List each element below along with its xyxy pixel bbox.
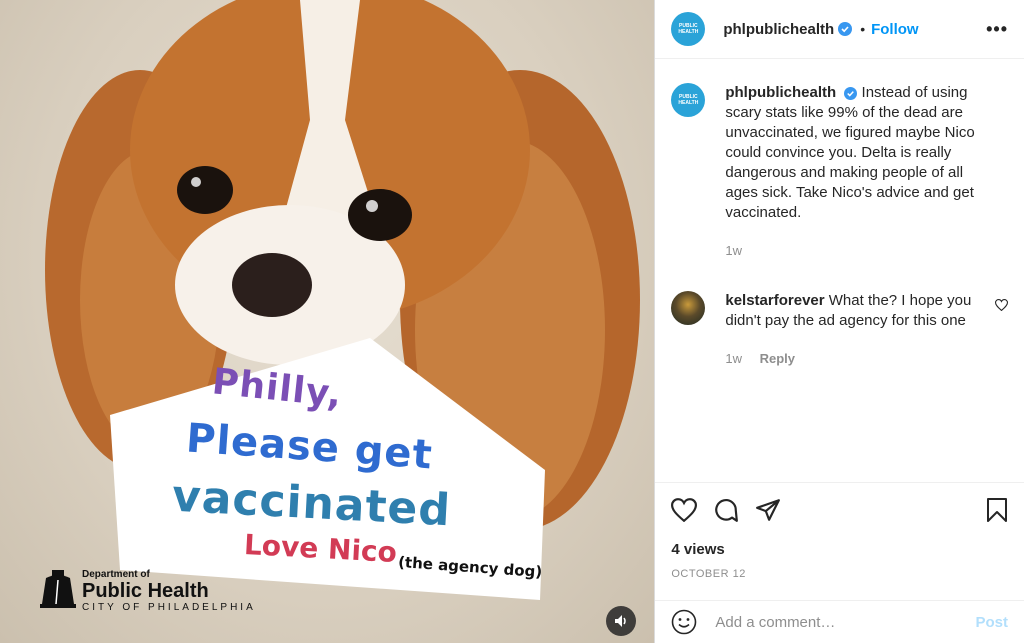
avatar-text: PUBLIC HEALTH [678,23,699,35]
post-header: PUBLIC HEALTH phlpublichealth • Follow •… [655,0,1024,59]
caption-avatar-text: PUBLIC HEALTH [678,94,699,106]
comment-icon[interactable] [713,497,739,523]
caption-time[interactable]: 1w [725,241,991,261]
commenter-avatar[interactable] [671,291,706,325]
header-username[interactable]: phlpublichealth [723,21,834,38]
caption-body: phlpublichealth Instead of using scary s… [725,83,991,261]
liberty-bell-icon [40,570,76,608]
comment-meta: 1w Reply [725,349,975,369]
comment-like-heart-icon[interactable] [995,299,1008,311]
public-health-logo: Department of Public Health CITY OF PHIL… [38,568,256,614]
post-sidebar: PUBLIC HEALTH phlpublichealth • Follow •… [654,0,1024,643]
sound-toggle-button[interactable] [606,606,636,636]
emoji-icon[interactable] [671,609,697,635]
share-icon[interactable] [755,498,781,522]
view-count[interactable]: 4 views [671,541,1008,558]
caption-text: Instead of using scary stats like 99% of… [725,84,975,221]
post-media[interactable]: Philly, Please get vaccinated Love Nico … [0,0,655,643]
comment-body: kelstarforever What the? I hope you didn… [725,291,975,369]
caption-username[interactable]: phlpublichealth [725,84,836,101]
caption-entry: PUBLIC HEALTH phlpublichealth Instead of… [671,83,1008,261]
logo-department-text: Department of [82,569,150,580]
more-options-icon[interactable]: ••• [986,19,1008,40]
comment-username[interactable]: kelstarforever [725,292,824,309]
reply-button[interactable]: Reply [760,351,795,366]
action-icon-row [671,497,1008,523]
header-separator: • [860,21,866,37]
sound-icon [615,615,626,627]
verified-badge-icon [844,86,858,100]
comments-section: PUBLIC HEALTH phlpublichealth Instead of… [655,59,1024,482]
bookmark-icon[interactable] [986,497,1008,523]
post-date[interactable]: OCTOBER 12 [671,568,1008,580]
comment-time[interactable]: 1w [725,351,742,366]
comment-item: kelstarforever What the? I hope you didn… [671,291,1008,369]
post-actions: 4 views OCTOBER 12 [655,482,1024,600]
add-comment-input[interactable] [713,612,976,632]
verified-badge-icon [838,22,853,36]
heart-icon[interactable] [671,498,698,522]
logo-public-health-text: Public Health [82,580,209,602]
caption-avatar[interactable]: PUBLIC HEALTH [671,83,706,117]
instagram-post-view: Philly, Please get vaccinated Love Nico … [0,0,1024,643]
add-comment-bar: Post [655,600,1024,643]
logo-city-text: CITY OF PHILADELPHIA [82,602,256,613]
account-avatar[interactable]: PUBLIC HEALTH [671,12,706,46]
follow-button[interactable]: Follow [871,21,919,38]
post-comment-button[interactable]: Post [975,614,1008,631]
